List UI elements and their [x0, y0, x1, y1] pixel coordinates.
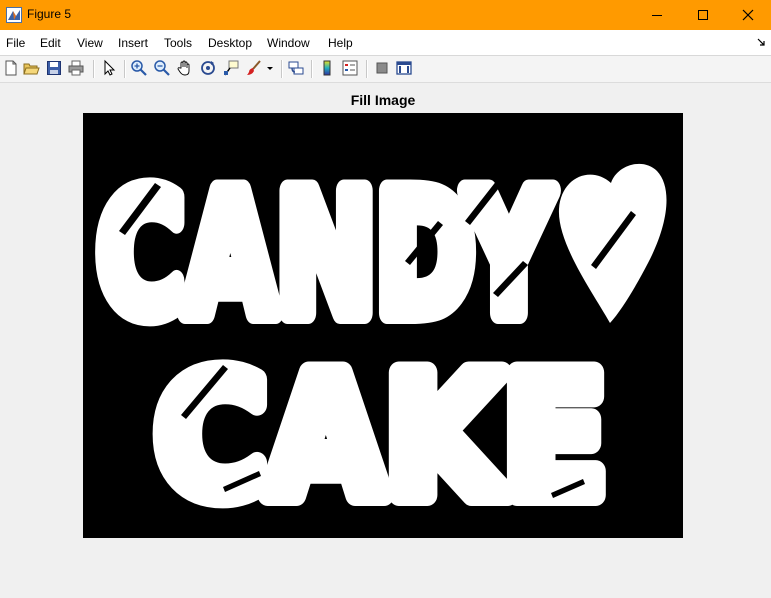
menu-tools[interactable]: Tools	[164, 36, 192, 50]
print-icon[interactable]	[67, 59, 85, 77]
menubar: File Edit View Insert Tools Desktop Wind…	[0, 30, 771, 56]
menu-file[interactable]: File	[6, 36, 25, 50]
axes-title: Fill Image	[350, 92, 416, 108]
menu-view[interactable]: View	[77, 36, 103, 50]
data-cursor-icon[interactable]	[222, 59, 240, 77]
close-icon	[742, 9, 754, 21]
menu-help[interactable]: Help	[328, 36, 353, 50]
edit-plot-arrow-icon[interactable]	[100, 59, 118, 77]
maximize-button[interactable]	[680, 0, 726, 30]
toolbar-separator	[93, 60, 95, 78]
link-plot-icon[interactable]	[287, 59, 305, 77]
figure-toolbar	[0, 56, 771, 83]
window-titlebar[interactable]: Figure 5	[0, 0, 771, 30]
toolbar-separator	[281, 60, 283, 78]
brush-dropdown-icon[interactable]	[265, 59, 275, 77]
rotate-3d-icon[interactable]	[199, 59, 217, 77]
menu-edit[interactable]: Edit	[40, 36, 61, 50]
dock-figure-icon[interactable]	[757, 38, 765, 46]
zoom-out-icon[interactable]	[153, 59, 171, 77]
matlab-icon	[6, 7, 22, 23]
insert-legend-icon[interactable]	[341, 59, 359, 77]
open-file-icon[interactable]	[22, 59, 40, 77]
minimize-button[interactable]	[634, 0, 680, 30]
brush-icon[interactable]	[245, 59, 263, 77]
image-text-line1: CANDY	[97, 157, 554, 353]
hide-plot-tools-icon[interactable]	[373, 59, 391, 77]
toolbar-separator	[366, 60, 368, 78]
maximize-icon	[698, 10, 708, 20]
zoom-in-icon[interactable]	[130, 59, 148, 77]
minimize-icon	[652, 15, 662, 16]
menu-insert[interactable]: Insert	[118, 36, 148, 50]
menu-desktop[interactable]: Desktop	[208, 36, 252, 50]
menu-window[interactable]: Window	[267, 36, 310, 50]
show-plot-tools-icon[interactable]	[395, 59, 413, 77]
new-figure-icon[interactable]	[2, 59, 20, 77]
pan-hand-icon[interactable]	[176, 59, 194, 77]
window-title: Figure 5	[27, 7, 72, 21]
close-button[interactable]	[725, 0, 771, 30]
save-icon[interactable]	[45, 59, 63, 77]
insert-colorbar-icon[interactable]	[318, 59, 336, 77]
fill-image: CANDY CAKE	[86, 146, 667, 538]
image-axes[interactable]: CANDY CAKE	[83, 113, 683, 538]
toolbar-separator	[124, 60, 126, 78]
toolbar-separator	[311, 60, 313, 78]
